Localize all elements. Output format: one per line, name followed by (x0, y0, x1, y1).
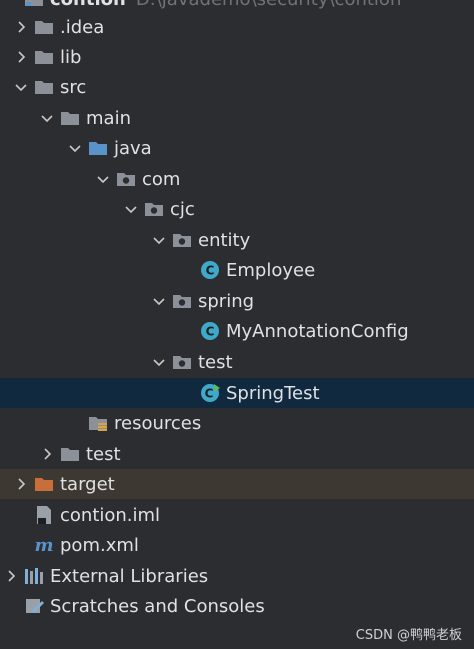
tree-item-label: Employee (226, 259, 316, 281)
chevron-down-icon[interactable] (148, 290, 170, 312)
folder-icon (58, 106, 82, 130)
package-icon (114, 167, 138, 191)
tree-row[interactable]: test (0, 439, 474, 469)
tree-item-label: target (60, 473, 115, 495)
tree-item-label: com (142, 168, 181, 190)
tree-row[interactable]: target (0, 469, 474, 499)
tree-row[interactable]: .idea (0, 12, 474, 42)
class-icon: C (198, 258, 222, 282)
tree-item-path: D:\javademo\security\contion (136, 0, 402, 10)
tree-item-label: .idea (60, 16, 105, 38)
tree-item-label: pom.xml (60, 534, 139, 556)
tree-item-label: src (60, 76, 87, 98)
tree-item-label: lib (60, 46, 82, 68)
tree-item-label: main (86, 107, 131, 129)
tree-item-label: Scratches and Consoles (50, 595, 265, 617)
tree-row[interactable]: entity (0, 225, 474, 255)
chevron-right-icon[interactable] (0, 565, 22, 587)
libraries-icon (22, 564, 46, 588)
chevron-down-icon[interactable] (10, 76, 32, 98)
svg-text:C: C (205, 387, 214, 401)
tree-item-label: SpringTest (226, 382, 320, 404)
tree-row[interactable]: Scratches and Consoles (0, 591, 474, 621)
resources-folder-icon (86, 411, 110, 435)
tree-item-label: entity (198, 229, 251, 251)
chevron-down-icon[interactable] (148, 351, 170, 373)
chevron-down-icon[interactable] (120, 198, 142, 220)
chevron-right-icon[interactable] (10, 473, 32, 495)
tree-item-label: External Libraries (50, 565, 209, 587)
iml-file-icon (32, 503, 56, 527)
tree-row[interactable]: test (0, 347, 474, 377)
folder-icon (32, 45, 56, 69)
svg-text:C: C (206, 325, 215, 339)
excluded-folder-icon (32, 472, 56, 496)
svg-text:C: C (206, 264, 215, 278)
chevron-right-icon[interactable] (36, 443, 58, 465)
tree-item-label: test (86, 443, 121, 465)
class-icon: C (198, 319, 222, 343)
maven-icon: m (32, 533, 56, 557)
tree-item-label: test (198, 351, 233, 373)
chevron-right-icon[interactable] (10, 16, 32, 38)
watermark-text: CSDN @鸭鸭老板 (355, 628, 462, 643)
scratches-icon (22, 594, 46, 618)
svg-text:m: m (34, 535, 53, 556)
tree-row[interactable]: m pom.xml (0, 530, 474, 560)
tree-row[interactable]: C SpringTest (0, 378, 474, 408)
chevron-down-icon[interactable] (92, 168, 114, 190)
runnable-class-icon: C (198, 381, 222, 405)
chevron-down-icon[interactable] (36, 107, 58, 129)
tree-row[interactable]: External Libraries (0, 561, 474, 591)
package-icon (170, 228, 194, 252)
chevron-down-icon[interactable] (64, 137, 86, 159)
tree-item-label: MyAnnotationConfig (226, 320, 409, 342)
package-icon (170, 350, 194, 374)
tree-row[interactable]: C Employee (0, 255, 474, 285)
chevron-down-icon[interactable] (148, 229, 170, 251)
tree-row[interactable]: com (0, 164, 474, 194)
package-icon (142, 197, 166, 221)
folder-icon (32, 75, 56, 99)
package-icon (170, 289, 194, 313)
module-icon (22, 0, 46, 11)
tree-row[interactable]: lib (0, 42, 474, 72)
tree-row[interactable]: spring (0, 286, 474, 316)
tree-row[interactable]: cjc (0, 194, 474, 224)
tree-row[interactable]: java (0, 133, 474, 163)
chevron-right-icon[interactable] (10, 46, 32, 68)
source-folder-icon (86, 136, 110, 160)
tree-row[interactable]: resources (0, 408, 474, 438)
tree-row[interactable]: contion.iml (0, 500, 474, 530)
tree-row[interactable]: main (0, 103, 474, 133)
tree-item-label: resources (114, 412, 202, 434)
tree-row[interactable]: C MyAnnotationConfig (0, 316, 474, 346)
tree-item-label: cjc (170, 198, 195, 220)
folder-icon (32, 15, 56, 39)
tree-item-label: contion (50, 0, 126, 10)
tree-item-label: java (114, 137, 152, 159)
folder-icon (58, 442, 82, 466)
tree-row[interactable]: src (0, 72, 474, 102)
tree-item-label: contion.iml (60, 504, 161, 526)
tree-item-label: spring (198, 290, 255, 312)
